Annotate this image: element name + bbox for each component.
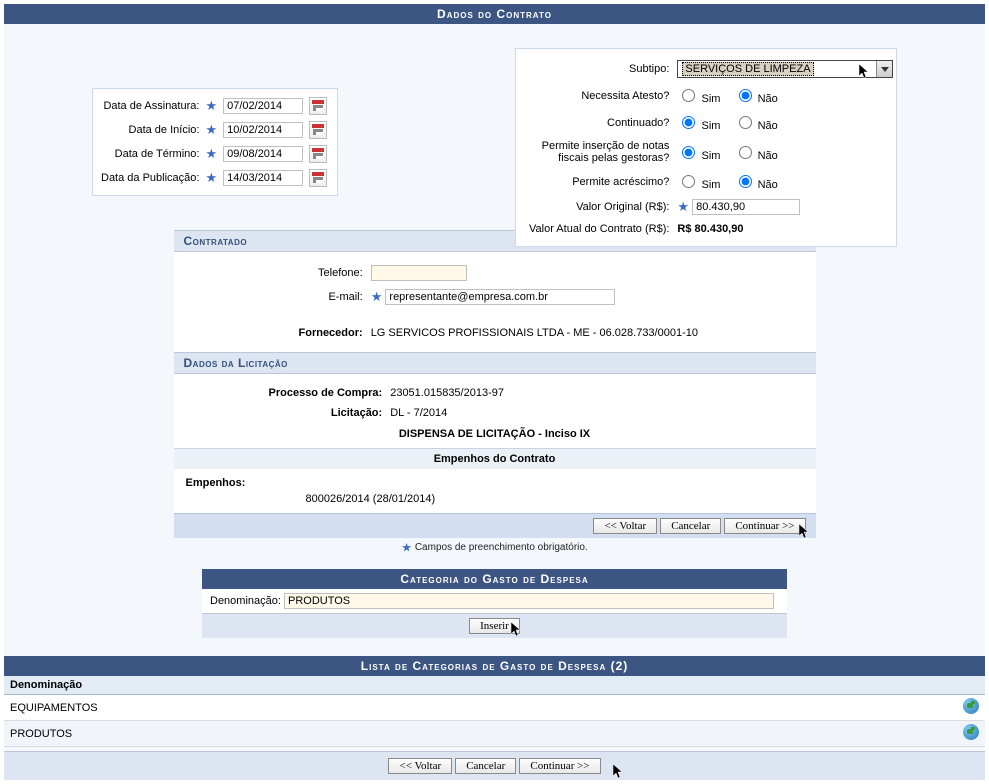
table-row: PRODUTOS: [4, 721, 985, 747]
cancelar-button[interactable]: Cancelar: [660, 518, 721, 534]
telefone-label: Telefone:: [296, 262, 366, 284]
categoria-container: Categoria do Gasto de Despesa Denominaçã…: [202, 569, 787, 638]
lista-container: Lista de Categorias de Gasto de Despesa …: [4, 656, 985, 780]
empenhos-value: 800026/2014 (28/01/2014): [186, 489, 804, 505]
hint: ★ Campos de preenchimento obrigatório.: [174, 538, 816, 557]
voltar-button[interactable]: << Voltar: [593, 518, 657, 534]
valor-atual-value: R$ 80.430,90: [674, 220, 896, 238]
notas-label: Permite inserção de notas fiscais pelas …: [526, 137, 672, 167]
valor-atual-label: Valor Atual do Contrato (R$):: [526, 220, 672, 238]
cursor-icon: [799, 524, 810, 540]
required-star-icon: ★: [205, 122, 217, 137]
acrescimo-label: Permite acréscimo?: [526, 169, 672, 194]
required-star-icon: ★: [205, 98, 217, 113]
categoria-insert-bar: Inserir: [202, 613, 787, 638]
page-title: Dados do Contrato: [4, 4, 985, 24]
calendar-icon[interactable]: [309, 169, 327, 187]
fornecedor-label: Fornecedor:: [296, 324, 366, 342]
publicacao-input[interactable]: [223, 170, 303, 186]
button-bar-1: << Voltar Cancelar Continuar >>: [174, 513, 816, 538]
subtipo-select[interactable]: SERVIÇOS DE LIMPEZA: [677, 60, 893, 78]
assinatura-label: Data de Assinatura:: [99, 95, 201, 117]
cursor-icon: [511, 622, 522, 638]
processo-value: 23051.015835/2013-97: [387, 384, 507, 402]
table-row: EQUIPAMENTOS: [4, 695, 985, 721]
fornecedor-value: LG SERVICOS PROFISSIONAIS LTDA - ME - 06…: [368, 324, 701, 342]
denom-label: Denominação:: [210, 595, 281, 607]
continuado-nao-radio[interactable]: Não: [734, 120, 778, 132]
denom-input[interactable]: [284, 593, 774, 609]
publicacao-label: Data da Publicação:: [99, 167, 201, 189]
licit-value: DL - 7/2014: [387, 404, 507, 422]
dates-block: Data de Assinatura: ★ Data de Início: ★ …: [92, 88, 338, 196]
continuado-label: Continuado?: [526, 110, 672, 135]
contratado-body: Telefone: E-mail: ★ Fornecedor: LG SERVI…: [174, 252, 816, 352]
licit-detalhe: DISPENSA DE LICITAÇÃO - Inciso IX: [184, 424, 806, 440]
calendar-icon[interactable]: [309, 145, 327, 163]
chevron-down-icon: [876, 61, 892, 77]
footer-buttons: << Voltar Cancelar Continuar >>: [4, 751, 985, 780]
row-denom: EQUIPAMENTOS: [4, 695, 957, 721]
empenhos-body: Empenhos: 800026/2014 (28/01/2014): [174, 469, 816, 513]
col-denom: Denominação: [4, 676, 957, 695]
telefone-input[interactable]: [371, 265, 467, 281]
acrescimo-nao-radio[interactable]: Não: [734, 179, 778, 191]
continuado-sim-radio[interactable]: Sim: [677, 120, 720, 132]
world-icon[interactable]: [963, 724, 979, 740]
processo-label: Processo de Compra:: [266, 384, 386, 402]
subtipo-label: Subtipo:: [526, 57, 672, 81]
right-block: Subtipo: SERVIÇOS DE LIMPEZA Necessita A…: [515, 48, 897, 247]
required-star-icon: ★: [371, 289, 383, 304]
notas-sim-radio[interactable]: Sim: [677, 150, 720, 162]
termino-label: Data de Término:: [99, 143, 201, 165]
cursor-icon: [859, 64, 870, 80]
assinatura-input[interactable]: [223, 98, 303, 114]
continuar-button[interactable]: Continuar >>: [519, 758, 600, 774]
atesto-nao-radio[interactable]: Não: [734, 93, 778, 105]
voltar-button[interactable]: << Voltar: [388, 758, 452, 774]
licit-label: Licitação:: [266, 404, 386, 422]
termino-input[interactable]: [223, 146, 303, 162]
notas-nao-radio[interactable]: Não: [734, 150, 778, 162]
row-denom: PRODUTOS: [4, 721, 957, 747]
email-label: E-mail:: [296, 286, 366, 308]
inicio-input[interactable]: [223, 122, 303, 138]
lista-table: Denominação EQUIPAMENTOS PRODUTOS: [4, 676, 985, 747]
calendar-icon[interactable]: [309, 121, 327, 139]
inicio-label: Data de Início:: [99, 119, 201, 141]
col-action: [957, 676, 985, 695]
categoria-header: Categoria do Gasto de Despesa: [202, 569, 787, 589]
calendar-icon[interactable]: [309, 97, 327, 115]
valor-original-label: Valor Original (R$):: [526, 196, 672, 218]
world-icon[interactable]: [963, 698, 979, 714]
email-input[interactable]: [385, 289, 615, 305]
required-star-icon: ★: [205, 146, 217, 161]
empenhos-header: Empenhos do Contrato: [174, 448, 816, 469]
valor-original-input[interactable]: [692, 199, 800, 215]
licitacao-body: Processo de Compra: 23051.015835/2013-97…: [174, 374, 816, 448]
atesto-sim-radio[interactable]: Sim: [677, 93, 720, 105]
required-star-icon: ★: [677, 199, 689, 214]
lista-header: Lista de Categorias de Gasto de Despesa …: [4, 656, 985, 676]
licitacao-header: Dados da Licitação: [174, 352, 816, 374]
continuar-button[interactable]: Continuar >>: [724, 518, 805, 534]
categoria-body: Denominação:: [202, 589, 787, 613]
required-star-icon: ★: [205, 170, 217, 185]
cancelar-button[interactable]: Cancelar: [455, 758, 516, 774]
atesto-label: Necessita Atesto?: [526, 83, 672, 108]
cursor-icon: [613, 764, 624, 780]
acrescimo-sim-radio[interactable]: Sim: [677, 179, 720, 191]
empenhos-label: Empenhos:: [186, 477, 804, 489]
subtipo-value: SERVIÇOS DE LIMPEZA: [682, 62, 813, 76]
main-container: Data de Assinatura: ★ Data de Início: ★ …: [4, 24, 985, 780]
